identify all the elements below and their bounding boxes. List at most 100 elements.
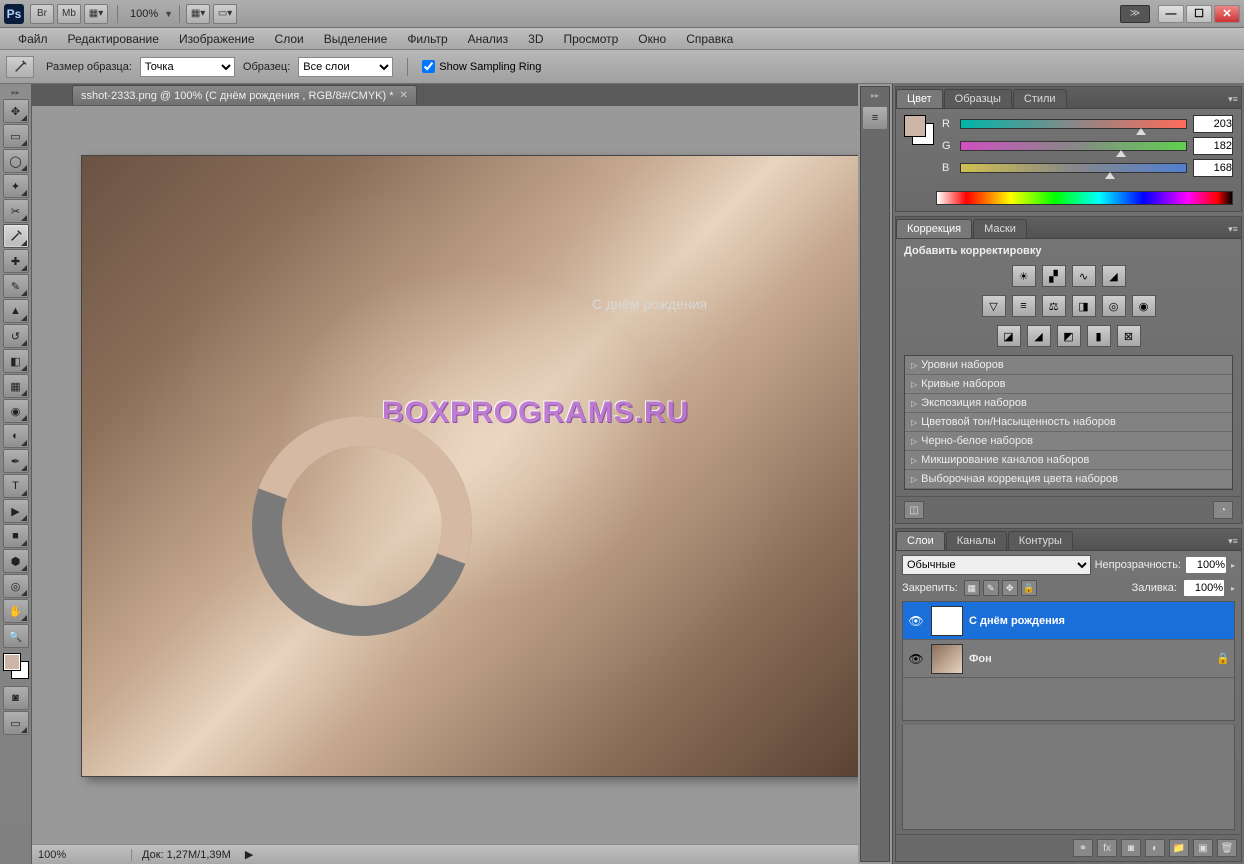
marquee-tool[interactable]: ▭ — [3, 124, 29, 148]
gradient-tool[interactable]: ▦ — [3, 374, 29, 398]
menu-analysis[interactable]: Анализ — [458, 30, 519, 48]
sample-layers-select[interactable]: Все слои — [298, 57, 393, 77]
visibility-toggle-icon[interactable]: 👁 — [907, 614, 925, 628]
path-selection-tool[interactable]: ▶ — [3, 499, 29, 523]
quick-mask-toggle[interactable]: ◙ — [3, 686, 29, 710]
3d-tool[interactable]: ⬢ — [3, 549, 29, 573]
menu-layer[interactable]: Слои — [265, 30, 314, 48]
dropdown-arrow-icon[interactable]: ▼ — [164, 9, 173, 19]
crop-tool[interactable]: ✂ — [3, 199, 29, 223]
lock-pixels-icon[interactable]: ✎ — [983, 580, 999, 596]
document-tab[interactable]: sshot-2333.png @ 100% (С днём рождения ,… — [72, 85, 417, 105]
layer-mask-icon[interactable]: ◙ — [1121, 839, 1141, 857]
menu-3d[interactable]: 3D — [518, 30, 553, 48]
gradient-map-icon[interactable]: ▮ — [1087, 325, 1111, 347]
preset-bw[interactable]: Черно-белое наборов — [905, 432, 1232, 451]
minimize-button[interactable]: — — [1158, 5, 1184, 23]
menu-file[interactable]: Файл — [8, 30, 58, 48]
color-balance-icon[interactable]: ⚖ — [1042, 295, 1066, 317]
r-slider[interactable] — [960, 119, 1187, 129]
adj-clip-icon[interactable]: ◔ — [1213, 501, 1233, 519]
threshold-icon[interactable]: ◩ — [1057, 325, 1081, 347]
menu-window[interactable]: Окно — [628, 30, 676, 48]
preset-channel-mix[interactable]: Микширование каналов наборов — [905, 451, 1232, 470]
color-spectrum-bar[interactable] — [936, 191, 1233, 205]
brush-tool[interactable]: ✎ — [3, 274, 29, 298]
foreground-color-swatch[interactable] — [3, 653, 21, 671]
visibility-toggle-icon[interactable]: 👁 — [907, 652, 925, 666]
invert-icon[interactable]: ◪ — [997, 325, 1021, 347]
show-ring-check[interactable] — [422, 60, 435, 73]
magic-wand-tool[interactable]: ✦ — [3, 174, 29, 198]
posterize-icon[interactable]: ◢ — [1027, 325, 1051, 347]
lock-position-icon[interactable]: ✥ — [1002, 580, 1018, 596]
preset-curves[interactable]: Кривые наборов — [905, 375, 1232, 394]
r-value-input[interactable] — [1193, 115, 1233, 133]
close-tab-icon[interactable]: ✕ — [400, 90, 408, 101]
black-white-icon[interactable]: ◨ — [1072, 295, 1096, 317]
blend-mode-select[interactable]: Обычные — [902, 555, 1091, 575]
eraser-tool[interactable]: ◧ — [3, 349, 29, 373]
lock-transparency-icon[interactable]: ▦ — [964, 580, 980, 596]
shape-tool[interactable]: ■ — [3, 524, 29, 548]
brightness-contrast-icon[interactable]: ☀ — [1012, 265, 1036, 287]
maximize-button[interactable]: ☐ — [1186, 5, 1212, 23]
view-extras-button[interactable]: ▦▾ — [84, 4, 108, 24]
tab-channels[interactable]: Каналы — [946, 531, 1007, 550]
bridge-button[interactable]: Br — [30, 4, 54, 24]
lasso-tool[interactable]: ◯ — [3, 149, 29, 173]
g-slider[interactable] — [960, 141, 1187, 151]
menu-help[interactable]: Справка — [676, 30, 743, 48]
new-layer-icon[interactable]: ▣ — [1193, 839, 1213, 857]
tools-grip[interactable]: ▸▸ — [0, 88, 31, 98]
tab-layers[interactable]: Слои — [896, 531, 945, 550]
hue-sat-icon[interactable]: ≡ — [1012, 295, 1036, 317]
layer-thumbnail[interactable] — [931, 644, 963, 674]
hand-tool[interactable]: ✋ — [3, 599, 29, 623]
tab-styles[interactable]: Стили — [1013, 89, 1067, 108]
status-menu-arrow-icon[interactable]: ▶ — [245, 848, 253, 861]
fill-input[interactable] — [1183, 579, 1225, 597]
panel-color-swatches[interactable] — [904, 115, 934, 145]
arrange-documents-button[interactable]: ▦▾ — [186, 4, 210, 24]
tab-adjustments[interactable]: Коррекция — [896, 219, 972, 238]
levels-icon[interactable]: ▞ — [1042, 265, 1066, 287]
curves-icon[interactable]: ∿ — [1072, 265, 1096, 287]
preset-selective-color[interactable]: Выборочная коррекция цвета наборов — [905, 470, 1232, 489]
menu-filter[interactable]: Фильтр — [397, 30, 457, 48]
blur-tool[interactable]: ◉ — [3, 399, 29, 423]
close-button[interactable]: ✕ — [1214, 5, 1240, 23]
clone-stamp-tool[interactable]: ▲ — [3, 299, 29, 323]
document-canvas[interactable]: С днём рождения BOXPROGRAMS.RU — [82, 156, 858, 776]
vibrance-icon[interactable]: ▽ — [982, 295, 1006, 317]
layer-thumbnail[interactable]: T — [931, 606, 963, 636]
layer-row[interactable]: 👁 T С днём рождения — [903, 602, 1234, 640]
dodge-tool[interactable]: ◐ — [3, 424, 29, 448]
lock-all-icon[interactable]: 🔒 — [1021, 580, 1037, 596]
current-tool-icon[interactable] — [6, 56, 34, 78]
color-swatches[interactable] — [3, 653, 29, 679]
show-sampling-ring-checkbox[interactable]: Show Sampling Ring — [422, 60, 541, 73]
tab-paths[interactable]: Контуры — [1008, 531, 1073, 550]
adjustment-layer-icon[interactable]: ◐ — [1145, 839, 1165, 857]
photo-filter-icon[interactable]: ◎ — [1102, 295, 1126, 317]
preset-hue-sat[interactable]: Цветовой тон/Насыщенность наборов — [905, 413, 1232, 432]
tab-masks[interactable]: Маски — [973, 219, 1027, 238]
delete-layer-icon[interactable]: 🗑 — [1217, 839, 1237, 857]
opacity-arrow-icon[interactable]: ▸ — [1231, 561, 1235, 570]
preset-exposure[interactable]: Экспозиция наборов — [905, 394, 1232, 413]
sample-size-select[interactable]: Точка — [140, 57, 235, 77]
expand-panels-button[interactable]: ≫ — [1120, 5, 1150, 23]
3d-camera-tool[interactable]: ◎ — [3, 574, 29, 598]
preset-levels[interactable]: Уровни наборов — [905, 356, 1232, 375]
zoom-tool[interactable]: 🔍 — [3, 624, 29, 648]
layer-name[interactable]: Фон — [969, 653, 1210, 665]
link-layers-icon[interactable]: ⚭ — [1073, 839, 1093, 857]
history-panel-icon[interactable]: ≡ — [862, 106, 888, 130]
layer-style-icon[interactable]: fx — [1097, 839, 1117, 857]
selective-color-icon[interactable]: ⊠ — [1117, 325, 1141, 347]
exposure-icon[interactable]: ◢ — [1102, 265, 1126, 287]
panel-fg-swatch[interactable] — [904, 115, 926, 137]
status-zoom[interactable]: 100% — [32, 849, 132, 861]
tab-swatches[interactable]: Образцы — [944, 89, 1012, 108]
